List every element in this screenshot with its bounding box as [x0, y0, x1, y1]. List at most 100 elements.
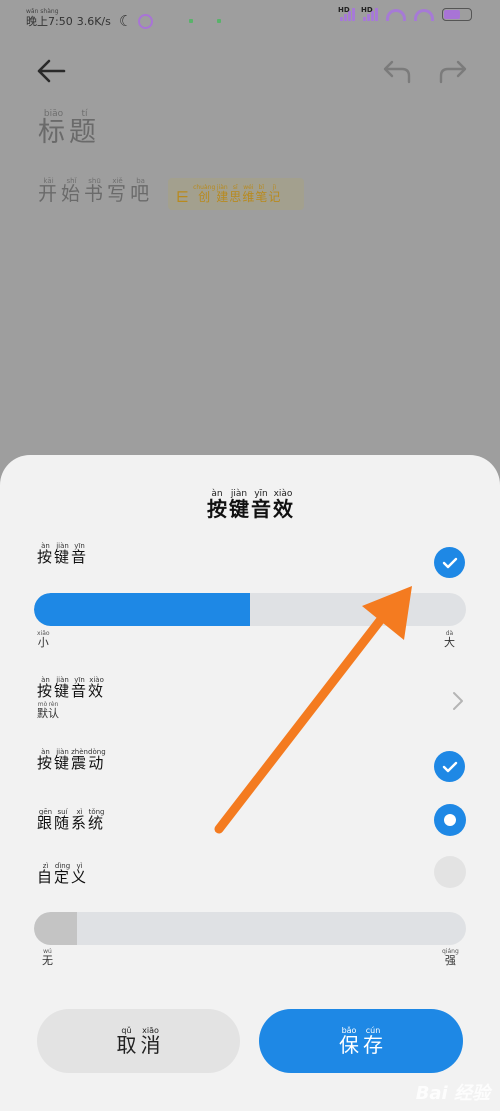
hanzi-text: 认: [48, 707, 59, 720]
hanzi-text: 音: [251, 497, 271, 521]
volume-slider[interactable]: [34, 593, 466, 626]
hanzi-text: 标: [38, 117, 69, 148]
vibration-max-label: qiáng 强: [442, 949, 459, 967]
hanzi-text: 统: [88, 814, 104, 832]
char-with-pinyin: yīn 音: [250, 490, 272, 520]
char-with-pinyin: xiào 效: [88, 677, 105, 700]
follow-system-radio[interactable]: [434, 804, 466, 836]
hanzi-text: 存: [363, 1032, 383, 1057]
hanzi-text: 创: [198, 189, 211, 204]
app-notification-icon: [138, 13, 154, 29]
char-with-pinyin: jiàn 建: [216, 184, 228, 204]
vibration-min-label: wú 无: [42, 949, 53, 967]
char-with-pinyin: yīn 音: [71, 543, 88, 566]
hanzi-text: 自: [37, 868, 53, 886]
hanzi-text: 小: [37, 636, 49, 649]
check-icon: [442, 761, 457, 772]
char-with-pinyin: biāo 标: [38, 110, 69, 147]
char-with-pinyin: ba 吧: [130, 178, 151, 205]
hanzi-text: 按: [37, 754, 53, 772]
hanzi-text: 音: [71, 548, 87, 566]
do-not-disturb-icon: ☾: [118, 12, 133, 30]
char-with-pinyin: bǎo 保: [337, 1026, 361, 1057]
cancel-button[interactable]: qǔ 取 xiāo 消: [37, 1009, 240, 1073]
notification-dot-icon: [217, 19, 222, 23]
hanzi-text: 大: [444, 636, 455, 649]
char-with-pinyin: kāi 开: [38, 178, 59, 205]
hanzi-text: 随: [54, 814, 70, 832]
hanzi-text: 按: [37, 682, 53, 700]
hanzi-text: 效: [273, 497, 293, 521]
chevron-right-icon[interactable]: [451, 691, 465, 711]
note-body-placeholder[interactable]: kāi 开 shǐ 始 shū 书 xiě 写 ba 吧: [38, 178, 151, 205]
key-sound-effect-value: mò 默 rèn 认: [37, 702, 59, 720]
hanzi-text: 始: [61, 183, 83, 205]
hanzi-text: 键: [229, 497, 249, 521]
volume-max-label: dà 大: [444, 631, 455, 649]
char-with-pinyin: shū 书: [84, 178, 105, 205]
char-with-pinyin: shǐ 始: [61, 178, 82, 205]
hanzi-text: 吧: [130, 183, 152, 205]
char-with-pinyin: rèn 认: [48, 702, 59, 720]
hanzi-text: 按: [207, 497, 227, 521]
wifi-icon: [414, 8, 434, 21]
note-title-field[interactable]: biāo 标 tí 题: [38, 110, 100, 147]
char-with-pinyin: àn 按: [37, 677, 54, 700]
key-vibration-checkbox[interactable]: [434, 751, 465, 782]
char-with-pinyin: xiǎo 小: [37, 631, 50, 649]
char-with-pinyin: cún 存: [361, 1026, 385, 1057]
char-with-pinyin: tǒng 统: [88, 809, 105, 832]
char-with-pinyin: xiāo 消: [139, 1026, 163, 1056]
char-with-pinyin: chuàng 创: [193, 184, 215, 204]
create-mindmap-button[interactable]: ⋿ chuàng 创 jiàn 建 sī 思 wéi 维 bǐ 笔 jì 记: [168, 178, 304, 210]
save-button[interactable]: bǎo 保 cún 存: [259, 1009, 463, 1073]
char-with-pinyin: àn 按: [37, 543, 54, 566]
hanzi-text: 震: [71, 754, 87, 772]
char-with-pinyin: zì 自: [37, 863, 54, 886]
char-with-pinyin: mò 默: [37, 702, 48, 720]
key-sound-label: àn 按 jiàn 键 yīn 音: [37, 543, 88, 566]
char-with-pinyin: xiào 效: [272, 490, 294, 520]
hanzi-text: 记: [268, 189, 281, 204]
network-speed: 3.6K/s: [76, 15, 111, 28]
check-icon: [442, 557, 457, 568]
hanzi-text: 开: [38, 183, 60, 205]
redo-icon[interactable]: [436, 56, 470, 86]
follow-system-label: gēn 跟 suí 随 xì 系 tǒng 统: [37, 809, 105, 832]
char-with-pinyin: tí 题: [69, 110, 100, 147]
key-sound-checkbox[interactable]: [434, 547, 465, 578]
sheet-title: àn 按 jiàn 键 yīn 音 xiào 效: [0, 490, 500, 520]
hanzi-text: 默: [37, 707, 48, 720]
hanzi-text: 维: [242, 189, 255, 204]
wifi-icon: [386, 8, 406, 21]
undo-icon[interactable]: [380, 56, 414, 86]
char-with-pinyin: bǐ 笔: [255, 184, 268, 204]
hanzi-text: 系: [71, 814, 87, 832]
char-with-pinyin: gēn 跟: [37, 809, 54, 832]
char-with-pinyin: suí 随: [54, 809, 71, 832]
hanzi-text: 强: [444, 954, 456, 967]
hanzi-text: 跟: [37, 814, 53, 832]
char-with-pinyin: qiáng 强: [442, 949, 459, 967]
char-with-pinyin: àn 按: [206, 490, 228, 520]
char-with-pinyin: sī 思: [229, 184, 241, 204]
hanzi-text: 无: [42, 954, 53, 967]
hanzi-text: 题: [69, 117, 100, 148]
volume-min-label: xiǎo 小: [37, 631, 50, 649]
hanzi-text: 动: [88, 754, 104, 772]
vibration-slider[interactable]: [34, 912, 466, 945]
char-with-pinyin: qǔ 取: [115, 1026, 139, 1057]
char-with-pinyin: wú 无: [42, 949, 53, 967]
hanzi-text: 笔: [255, 189, 268, 204]
hanzi-text: 按: [37, 548, 53, 566]
char-with-pinyin: jiàn 键: [228, 490, 250, 520]
char-with-pinyin: jiàn 键: [54, 543, 71, 566]
char-with-pinyin: àn 按: [37, 749, 54, 772]
status-time: wǎn shàng 晚上7:50: [26, 8, 73, 28]
hanzi-text: 保: [339, 1032, 359, 1057]
hanzi-text: 取: [116, 1032, 137, 1057]
back-arrow-icon[interactable]: [34, 56, 68, 86]
battery-icon: [442, 8, 472, 21]
custom-radio[interactable]: [434, 856, 466, 888]
key-sound-effect-label[interactable]: àn 按 jiàn 键 yīn 音 xiào 效: [37, 677, 105, 700]
